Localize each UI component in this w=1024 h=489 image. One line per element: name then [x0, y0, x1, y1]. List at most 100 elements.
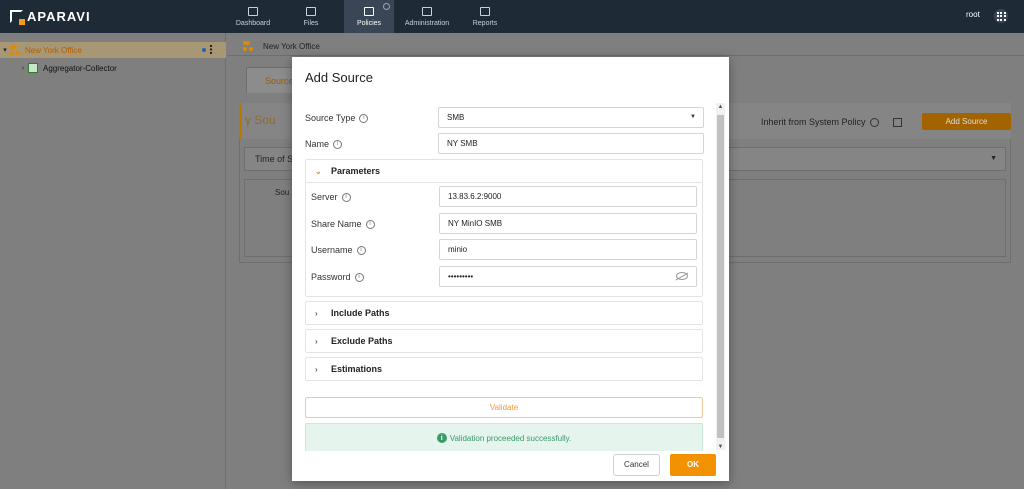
- source-type-select[interactable]: SMB ▼: [438, 107, 704, 128]
- cancel-button[interactable]: Cancel: [613, 454, 660, 476]
- nav-reports[interactable]: Reports: [460, 0, 510, 33]
- name-input[interactable]: NY SMB: [438, 133, 704, 154]
- nav-administration[interactable]: Administration: [402, 0, 452, 33]
- password-input[interactable]: •••••••••: [439, 266, 697, 287]
- tree-label: New York Office: [25, 45, 82, 55]
- kebab-menu-icon[interactable]: [210, 45, 212, 54]
- folder-icon: [306, 6, 316, 16]
- share-name-input[interactable]: NY MinIO SMB: [439, 213, 697, 234]
- nav-label: Administration: [404, 19, 450, 27]
- dialog-body: Source Type i SMB ▼ Name i NY SMB ⌄ Parame…: [305, 103, 704, 451]
- info-icon: i: [436, 433, 447, 443]
- name-field: Name i NY SMB: [305, 133, 704, 155]
- exclude-paths-label: Exclude Paths: [331, 336, 393, 346]
- estimations-header[interactable]: › Estimations: [306, 358, 702, 380]
- password-value: •••••••••: [448, 272, 474, 281]
- info-icon[interactable]: i: [359, 113, 369, 123]
- logo-icon: [10, 9, 25, 25]
- name-label: Name: [305, 139, 330, 149]
- breadcrumb: New York Office: [243, 41, 320, 51]
- parameters-header[interactable]: ⌄ Parameters: [306, 160, 702, 182]
- nav-policies[interactable]: Policies: [344, 0, 394, 33]
- dialog-scrollbar[interactable]: ▲ ▼: [716, 103, 725, 450]
- tree-item-new-york-office[interactable]: ▾ New York Office: [0, 42, 226, 58]
- chevron-right-icon: ›: [315, 336, 318, 346]
- chevron-right-icon: ›: [315, 308, 318, 318]
- parameters-label: Parameters: [331, 166, 381, 176]
- validation-success-message: i Validation proceeded successfully.: [305, 423, 703, 451]
- ok-button[interactable]: OK: [670, 454, 716, 476]
- main-nav: Dashboard Files Policies Administration …: [228, 0, 518, 33]
- dialog-title: Add Source: [305, 70, 373, 85]
- inherit-checkbox[interactable]: [892, 117, 902, 127]
- nav-label: Reports: [472, 19, 498, 27]
- share-name-label: Share Name: [311, 219, 362, 229]
- chevron-down-icon: ▼: [690, 114, 696, 120]
- include-paths-header[interactable]: › Include Paths: [306, 302, 702, 324]
- scroll-down-icon[interactable]: ▼: [717, 444, 724, 450]
- policies-icon: [364, 6, 374, 16]
- username-input[interactable]: minio: [439, 239, 697, 260]
- add-source-button[interactable]: Add Source: [922, 113, 1011, 130]
- office-icon: [10, 45, 20, 55]
- info-icon[interactable]: i: [356, 245, 366, 255]
- estimations-section: › Estimations: [305, 357, 703, 381]
- nav-label: Dashboard: [235, 19, 271, 27]
- username-label: Username: [311, 245, 353, 255]
- breadcrumb-label[interactable]: New York Office: [263, 42, 320, 51]
- parameters-section: ⌄ Parameters Server i 13.83.6.2:9000 Shar…: [305, 159, 703, 297]
- info-icon[interactable]: [383, 3, 390, 10]
- validate-button[interactable]: Validate: [305, 397, 703, 418]
- user-menu[interactable]: root: [966, 10, 980, 19]
- success-text: Validation proceeded successfully.: [449, 433, 572, 443]
- logo-text: APARAVI: [27, 8, 91, 24]
- chevron-right-icon: ›: [315, 364, 318, 374]
- scroll-thumb[interactable]: [717, 115, 724, 438]
- apps-grid-icon[interactable]: [994, 9, 1008, 23]
- report-icon: [480, 6, 490, 16]
- server-field: Server i 13.83.6.2:9000: [311, 186, 698, 208]
- chevron-right-icon[interactable]: ›: [18, 65, 28, 72]
- tree-item-aggregator-collector[interactable]: › Aggregator-Collector: [0, 60, 226, 76]
- source-type-value: SMB: [447, 113, 465, 122]
- tree-label: Aggregator-Collector: [43, 63, 117, 73]
- parameters-body: Server i 13.83.6.2:9000 Share Name i NY Mi…: [306, 182, 702, 296]
- server-input[interactable]: 13.83.6.2:9000: [439, 186, 697, 207]
- password-field: Password i •••••••••: [311, 266, 698, 288]
- sidebar: ▾ New York Office › Aggregator-Collector: [0, 33, 226, 489]
- include-paths-section: › Include Paths: [305, 301, 703, 325]
- time-label: Time of S: [255, 154, 294, 164]
- section-title-text: Sou: [254, 113, 276, 127]
- estimations-label: Estimations: [331, 364, 383, 374]
- nav-files[interactable]: Files: [286, 0, 336, 33]
- users-icon: [422, 6, 432, 16]
- password-label: Password: [311, 272, 351, 282]
- username-field: Username i minio: [311, 239, 698, 261]
- chevron-down-icon[interactable]: ▾: [0, 46, 10, 54]
- exclude-paths-header[interactable]: › Exclude Paths: [306, 330, 702, 352]
- inherit-label: Inherit from System Policy: [761, 117, 866, 127]
- info-icon[interactable]: i: [354, 272, 364, 282]
- status-dot-icon: [202, 47, 206, 52]
- sources-label: Sou: [275, 188, 290, 197]
- info-icon[interactable]: [869, 117, 879, 127]
- info-icon[interactable]: i: [365, 219, 375, 229]
- dashboard-icon: [248, 6, 258, 16]
- eye-off-icon[interactable]: [676, 272, 688, 280]
- collector-icon: [28, 63, 38, 73]
- info-icon[interactable]: i: [333, 139, 343, 149]
- nav-label: Files: [303, 19, 319, 27]
- source-type-label: Source Type: [305, 113, 356, 123]
- nav-label: Policies: [356, 19, 382, 27]
- exclude-paths-section: › Exclude Paths: [305, 329, 703, 353]
- scroll-up-icon[interactable]: ▲: [717, 104, 724, 110]
- aparavi-logo[interactable]: APARAVI: [10, 8, 91, 25]
- source-type-field: Source Type i SMB ▼: [305, 107, 704, 129]
- info-icon[interactable]: i: [341, 192, 351, 202]
- inherit-policy: Inherit from System Policy: [761, 117, 902, 127]
- nav-dashboard[interactable]: Dashboard: [228, 0, 278, 33]
- chevron-down-icon: ▼: [990, 155, 997, 162]
- section-title: γ Sou: [245, 113, 276, 127]
- chevron-down-icon: ⌄: [315, 166, 322, 176]
- divider: [227, 55, 1024, 56]
